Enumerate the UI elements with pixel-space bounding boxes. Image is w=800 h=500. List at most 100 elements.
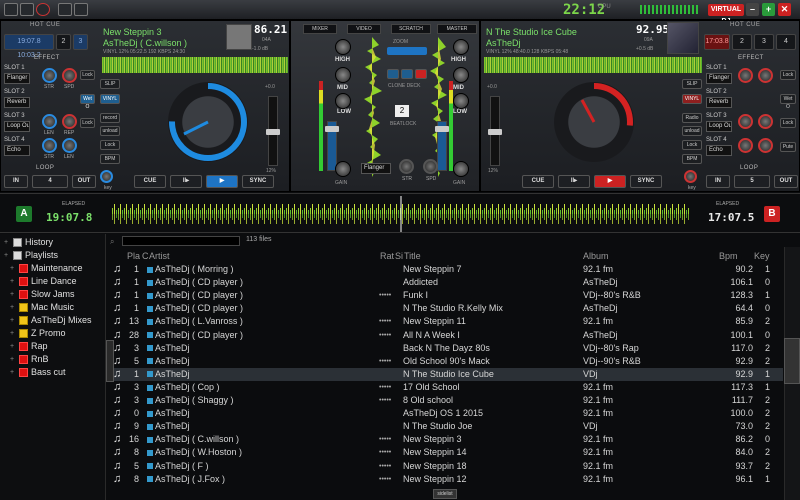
scratch-wave-left[interactable] <box>361 37 383 177</box>
volume-cap-left[interactable] <box>325 126 339 132</box>
gain-knob-right[interactable] <box>453 161 469 177</box>
expand-icon[interactable]: + <box>4 239 11 246</box>
table-row[interactable]: ♫ 1 AsTheDj ( CD player ) Addicted AsTheDj 10… <box>107 276 783 289</box>
lock-button-right[interactable]: Lock <box>682 140 702 150</box>
jogwheel-right[interactable] <box>554 82 634 162</box>
eq-low-knob-left[interactable] <box>335 93 351 109</box>
expand-icon[interactable]: + <box>10 330 17 337</box>
fx-pute-button-right[interactable]: Pute <box>780 142 796 152</box>
loop-in-button-left[interactable]: IN <box>4 175 28 188</box>
mixer-str-knob[interactable] <box>399 159 414 174</box>
mixer-view-icon[interactable] <box>20 3 34 16</box>
pause-button-right[interactable]: II▸ <box>558 175 590 188</box>
col-header-album[interactable]: Album <box>583 251 609 261</box>
sync-button-right[interactable]: SYNC <box>630 175 662 188</box>
vinyl-button-left[interactable]: VINYL <box>100 94 120 104</box>
table-row[interactable]: ♫ 9 AsTheDj N The Studio Joe VDj 73.0 2 <box>107 420 783 433</box>
folder-item[interactable]: + Maintenance <box>10 262 83 274</box>
fx-wet-button-left[interactable]: Wet O <box>80 94 95 110</box>
volume-cap-right[interactable] <box>435 126 449 132</box>
table-row[interactable]: ♫ 5 AsTheDj ( F ) ••••• New Steppin 18 92.1 f… <box>107 460 783 473</box>
pitch-fader-right[interactable] <box>488 96 502 166</box>
right-panel-tab[interactable] <box>784 338 800 384</box>
table-row[interactable]: ♫ 0 AsTheDj AsTheDj OS 1 2015 92.1 fm 100.0 2 <box>107 407 783 420</box>
pitch-fader-cap-right[interactable] <box>488 129 502 135</box>
folder-item[interactable]: + AsTheDj Mixes <box>10 314 92 326</box>
key-knob-left[interactable] <box>100 170 113 183</box>
folder-item[interactable]: + Mac Music <box>10 301 74 313</box>
folder-item[interactable]: + Bass cut <box>10 366 66 378</box>
table-row[interactable]: ♫ 13 AsTheDj ( L.Vanross ) ••••• New Steppin… <box>107 315 783 328</box>
fx3-len-knob-left[interactable] <box>42 114 57 129</box>
overview-wave-right[interactable] <box>484 57 702 73</box>
expand-icon[interactable]: + <box>10 265 17 272</box>
table-row[interactable]: ♫ 3 AsTheDj Back N The Dayz 80s VDj--80's Ra… <box>107 342 783 355</box>
jogwheel-left[interactable] <box>168 82 248 162</box>
cue-button-right[interactable]: CUE <box>522 175 554 188</box>
play-button-right[interactable]: ▶ <box>594 175 626 188</box>
pause-button-left[interactable]: II▸ <box>170 175 202 188</box>
mixer-btn-3[interactable] <box>415 69 427 79</box>
expand-icon[interactable]: + <box>10 304 17 311</box>
fx3-rep-knob-right[interactable] <box>758 114 773 129</box>
fx3-rep-knob-left[interactable] <box>62 114 77 129</box>
table-row[interactable]: ♫ 5 AsTheDj ••••• Old School 90's Mack VDj--9… <box>107 355 783 368</box>
tab-video[interactable]: VIDEO <box>347 24 381 34</box>
eq-mid-knob-left[interactable] <box>335 67 351 83</box>
slot-1-effect-left[interactable]: Flanger <box>4 73 30 84</box>
col-header-key[interactable]: Key <box>754 251 770 261</box>
slip-button-left[interactable]: SLIP <box>100 79 120 89</box>
minimize-button[interactable]: – <box>746 3 759 16</box>
hotcue-1-right[interactable]: 17:03.8 <box>704 34 730 50</box>
slot-4-effect-right[interactable]: Echo <box>706 145 732 156</box>
sync-button-left[interactable]: SYNC <box>242 175 274 188</box>
loop-length-right[interactable]: 5 <box>734 175 770 188</box>
fx1-str-knob-right[interactable] <box>738 68 753 83</box>
key-knob-right[interactable] <box>684 170 697 183</box>
loop-in-button-right[interactable]: IN <box>706 175 730 188</box>
eq-high-knob-right[interactable] <box>453 39 469 55</box>
record-button-left[interactable]: record <box>100 113 120 123</box>
fx-lock2-button-right[interactable]: Lock <box>780 118 796 128</box>
fx4-str-knob-right[interactable] <box>738 138 753 153</box>
folder-item[interactable]: + Rap <box>10 340 48 352</box>
cue-button-left[interactable]: CUE <box>134 175 166 188</box>
mixer-effect-select[interactable]: Flanger <box>361 163 391 174</box>
maximize-button[interactable]: + <box>762 3 775 16</box>
slot-2-effect-right[interactable]: Reverb <box>706 97 732 108</box>
broadcast-icon[interactable] <box>74 3 88 16</box>
fx4-len-knob-left[interactable] <box>62 138 77 153</box>
close-button[interactable]: ✕ <box>778 3 791 16</box>
rhythm-wave-graphic[interactable] <box>112 196 690 232</box>
slot-1-effect-right[interactable]: Flanger <box>706 73 732 84</box>
table-row[interactable]: ♫ 1 AsTheDj ( CD player ) ••••• Funk I VDj--8… <box>107 289 783 302</box>
eq-mid-knob-right[interactable] <box>453 67 469 83</box>
pitch-fader-cap-left[interactable] <box>266 129 280 135</box>
loop-length-left[interactable]: 4 <box>32 175 68 188</box>
expand-icon[interactable]: + <box>4 252 11 259</box>
table-row[interactable]: ♫ 3 AsTheDj ( Shaggy ) ••••• 8 Old school 92… <box>107 394 783 407</box>
table-row[interactable]: ♫ 1 AsTheDj ( CD player ) N The Studio R.Ke… <box>107 302 783 315</box>
fx1-spd-knob-left[interactable] <box>62 68 77 83</box>
record-icon[interactable] <box>36 3 50 16</box>
sidelist-tab[interactable]: sidelist <box>433 489 457 499</box>
mixer-btn-1[interactable] <box>387 69 399 79</box>
col-header-si[interactable]: Si <box>395 251 403 261</box>
mixer-btn-2[interactable] <box>401 69 413 79</box>
slot-3-effect-left[interactable]: Loop Ou <box>4 121 30 132</box>
col-header-bpm[interactable]: Bpm <box>719 251 738 261</box>
mixer-spd-knob[interactable] <box>423 159 438 174</box>
col-header-plays[interactable]: Pla <box>127 251 140 261</box>
tab-scratch[interactable]: SCRATCH <box>391 24 431 34</box>
overview-wave-left[interactable] <box>102 57 288 73</box>
zoom-slider[interactable] <box>387 47 427 55</box>
folder-item[interactable]: + RnB <box>10 353 49 365</box>
expand-icon[interactable]: + <box>10 356 17 363</box>
col-header-rating[interactable]: Rat <box>380 251 394 261</box>
table-row[interactable]: ♫ 28 AsTheDj ( CD player ) ••••• All N A Wee… <box>107 329 783 342</box>
fx-lock-button-right[interactable]: Lock <box>780 70 796 80</box>
search-input[interactable] <box>122 236 240 246</box>
hotcue-2-left[interactable]: 2 <box>56 34 71 50</box>
col-header-artist[interactable]: Artist <box>149 251 170 261</box>
volume-fader-right[interactable] <box>435 121 449 171</box>
